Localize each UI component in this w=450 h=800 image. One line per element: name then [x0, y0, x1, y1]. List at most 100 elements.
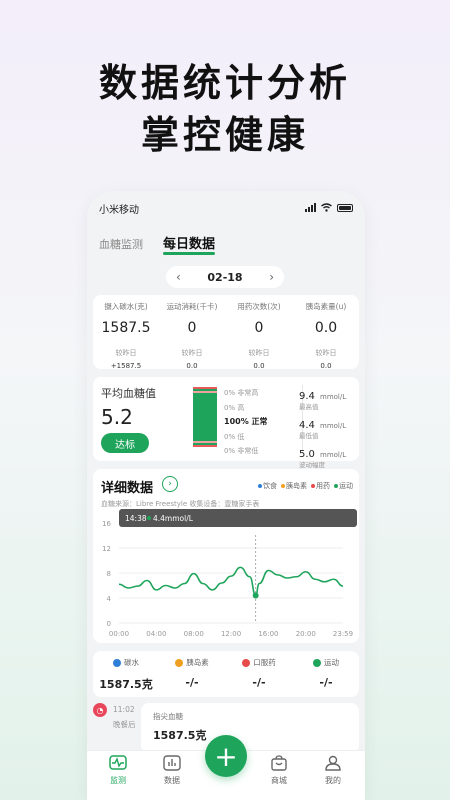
entry-card: 指尖血糖 1587.5克 [141, 703, 359, 753]
glucose-line-chart[interactable]: 16 12 8 4 0 00:00 04:00 08:00 12:00 16:00 20:00 23:… [93, 509, 359, 641]
nav-data[interactable]: 数据 [152, 755, 192, 786]
metric-label: 波动幅度 [299, 461, 325, 469]
stat-exercise: 运动消耗(千卡) 0 较昨日 0.0 [159, 301, 225, 370]
stat-compare-label: 较昨日 [181, 349, 203, 357]
shopping-bag-icon [271, 755, 287, 771]
nav-me[interactable]: 我的 [313, 755, 353, 786]
user-icon [325, 755, 341, 771]
phone-screen: 小米移动 血糖监测 每日数据 ‹ 02-18 › 摄入碳水(克) 1587.5 … [87, 191, 365, 800]
nav-label: 商城 [271, 776, 287, 785]
stat-compare-label: 较昨日 [315, 349, 337, 357]
legend-label: 胰岛素 [286, 482, 307, 490]
range-distribution-bar [193, 387, 217, 447]
current-date: 02-18 [207, 270, 243, 284]
stat-carbs: 摄入碳水(克) 1587.5 较昨日 +1587.5 [93, 301, 159, 370]
range-high: 0% 高 [224, 403, 245, 412]
stat-compare-value: 0.0 [186, 362, 198, 370]
stat-label: 用药次数(次) [237, 302, 281, 311]
y-tick-label: 8 [107, 570, 111, 578]
data-source-label: 血糖来源：Libre Freestyle 收集设备：壹糖家手表 [101, 500, 260, 508]
stat-label: 胰岛素量(u) [305, 302, 347, 311]
legend-label: 饮食 [263, 482, 277, 490]
monitor-icon [109, 755, 127, 770]
highlighted-data-point [252, 592, 259, 599]
tooltip-value: 4.4mmol/L [153, 514, 194, 523]
prev-day-button[interactable]: ‹ [176, 270, 181, 284]
metric-unit: mmol/L [320, 422, 347, 430]
y-tick-label: 4 [107, 595, 112, 603]
legend-item-exercise: 运动 [334, 481, 353, 491]
nav-monitor[interactable]: 监测 [98, 755, 138, 786]
summary-value: -/- [185, 676, 199, 689]
stat-compare-value: 0.0 [320, 362, 332, 370]
summary-insulin: 胰岛素 -/- [159, 657, 225, 689]
y-tick-label: 12 [102, 545, 111, 553]
range-very-high: 0% 非常高 [224, 389, 259, 397]
chevron-right-icon[interactable]: › [162, 476, 178, 492]
detail-data-card: 详细数据 › 饮食 胰岛素 用药 运动 血糖来源：Libre Freestyle… [93, 469, 359, 643]
metric-label: 最低值 [299, 432, 319, 440]
daily-stats-card: 摄入碳水(克) 1587.5 较昨日 +1587.5 运动消耗(千卡) 0 较昨… [93, 295, 359, 370]
meal-icon: ◔ [93, 703, 107, 717]
summary-value: -/- [252, 676, 266, 689]
stat-medication: 用药次数(次) 0 较昨日 0.0 [226, 301, 292, 370]
range-very-low: 0% 非常低 [224, 447, 259, 456]
carrier-label: 小米移动 [99, 205, 139, 216]
intake-summary-card: 碳水 1587.5克 胰岛素 -/- 口服药 -/- 运动 -/- [93, 651, 359, 697]
stat-value: 0.0 [314, 320, 338, 336]
wifi-icon [321, 203, 332, 212]
bar-chart-icon [163, 755, 181, 771]
range-list: 0% 非常高 0% 高 100% 正常 0% 低 0% 非常低 [224, 386, 268, 459]
summary-carbs: 碳水 1587.5克 [93, 657, 159, 692]
pill-icon [242, 658, 251, 667]
summary-label: 口服药 [253, 658, 276, 667]
metric-min: 4.4 mmol/L 最低值 [299, 413, 351, 440]
metric-label: 最高值 [299, 403, 319, 411]
x-tick-label: 16:00 [258, 630, 278, 638]
entry-kind: 指尖血糖 [153, 712, 183, 721]
stat-compare-value: 0.0 [253, 362, 265, 370]
summary-exercise: 运动 -/- [293, 657, 359, 689]
range-low: 0% 低 [224, 432, 245, 441]
x-tick-label: 20:00 [296, 630, 316, 638]
stat-value: 1587.5 [101, 320, 151, 336]
headline-line-1: 数据统计分析 [98, 61, 351, 105]
nav-shop[interactable]: 商城 [259, 755, 299, 786]
entry-meal: 晚餐后 [113, 720, 136, 729]
stat-insulin: 胰岛素量(u) 0.0 较昨日 0.0 [293, 301, 359, 370]
x-tick-label: 04:00 [146, 630, 166, 638]
summary-label: 运动 [324, 658, 339, 667]
status-bar: 小米移动 [99, 201, 353, 217]
next-day-button[interactable]: › [269, 270, 274, 284]
tab-daily-data[interactable]: 每日数据 [163, 233, 216, 255]
range-normal: 100% 正常 [224, 417, 268, 427]
y-tick-label: 0 [107, 620, 111, 628]
bottom-nav: 监测 数据 + 商城 我的 [87, 735, 365, 800]
summary-label: 胰岛素 [186, 658, 209, 667]
x-tick-label: 23:59 [333, 630, 353, 638]
legend-label: 用药 [316, 482, 330, 490]
x-tick-label: 00:00 [109, 630, 129, 638]
legend-item-medication: 用药 [311, 481, 330, 491]
stat-value: 0 [254, 320, 264, 336]
summary-value: -/- [319, 676, 333, 689]
chart-legend: 饮食 胰岛素 用药 运动 [258, 481, 353, 491]
insulin-icon [175, 658, 184, 667]
metric-unit: mmol/L [320, 393, 347, 401]
nav-label: 数据 [164, 776, 180, 785]
summary-oral-medicine: 口服药 -/- [226, 657, 292, 689]
target-met-button[interactable]: 达标 [101, 433, 149, 453]
entry-value: 1587.5克 [153, 729, 207, 742]
tab-glucose-monitor[interactable]: 血糖监测 [99, 236, 143, 252]
metric-max: 9.4 mmol/L 最高值 [299, 384, 351, 411]
average-title: 平均血糖值 [101, 387, 156, 400]
summary-value: 1587.5克 [99, 678, 153, 691]
average-value: 5.2 [101, 405, 133, 429]
y-tick-label: 16 [102, 520, 111, 528]
exercise-icon [313, 658, 321, 667]
add-button[interactable]: + [205, 735, 247, 777]
detail-title: 详细数据 [101, 481, 154, 496]
x-tick-label: 12:00 [221, 630, 241, 638]
stat-compare-value: +1587.5 [110, 362, 142, 370]
tooltip-dot [147, 516, 151, 520]
